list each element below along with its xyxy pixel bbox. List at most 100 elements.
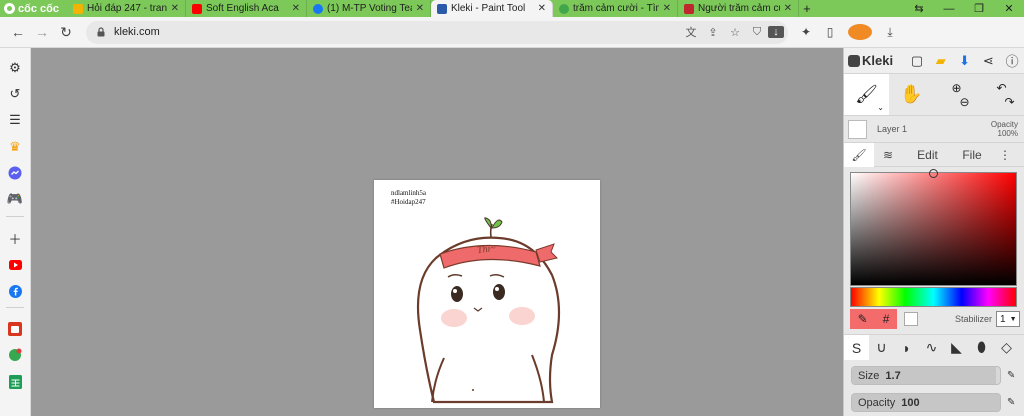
stabilizer-value: 1 [1000, 313, 1006, 325]
close-tab-icon[interactable]: ✕ [292, 3, 300, 14]
tab-tram-cam[interactable]: trăm cảm cười - Tìm ✕ [553, 0, 678, 17]
plus-icon[interactable]: ＋ [7, 230, 23, 247]
eyedropper-icon[interactable]: ✎ [858, 312, 868, 326]
profile-avatar[interactable] [848, 24, 872, 40]
layers-icon: ≋ [882, 147, 894, 162]
facebook-icon[interactable] [7, 283, 23, 299]
brush-icon: 🖌 [855, 84, 878, 104]
zoom-in-icon[interactable]: ⊕ [951, 81, 961, 95]
brush-blend[interactable]: ∪ [869, 335, 894, 360]
browser-brand[interactable]: cốc cốc [0, 0, 67, 17]
zoom-out-icon[interactable]: ⊖ [959, 95, 969, 109]
brush-chemy[interactable]: ◣ [944, 335, 969, 360]
messenger-icon[interactable] [7, 165, 23, 181]
browser-window: cốc cốc Hỏi đáp 247 - trang ✕ Soft Engli… [0, 0, 1024, 416]
sheets-icon[interactable] [7, 374, 23, 390]
kleki-app-name: Kleki [862, 53, 894, 68]
new-tab-button[interactable]: + [799, 1, 815, 16]
layer-opacity-label: Opacity [990, 120, 1018, 129]
bookmark-star-icon[interactable]: ☆ [724, 26, 746, 39]
brush-sketchy[interactable]: ◗ [894, 335, 919, 360]
hex-input-button[interactable]: # [883, 312, 890, 326]
new-image-icon[interactable]: ▢ [905, 53, 929, 69]
chemy-brush-icon: ◣ [951, 339, 962, 355]
url-text: kleki.com [114, 26, 160, 38]
close-tab-icon[interactable]: ✕ [538, 3, 546, 14]
maximize-icon[interactable]: ❐ [964, 0, 994, 17]
open-folder-icon[interactable]: ▰ [929, 53, 953, 69]
download-icon[interactable]: ⬇ [953, 53, 977, 69]
extensions-puzzle-icon[interactable]: ✦ [794, 25, 818, 39]
kleki-workspace[interactable]: ndlamlinh5a #Hoidap247 Thi~ [31, 48, 843, 416]
brush-smudge[interactable]: ⬮ [969, 335, 994, 360]
size-slider[interactable]: Size 1.7 [851, 366, 1001, 385]
hand-tool-button[interactable]: ✋ [889, 74, 934, 115]
hue-slider[interactable] [850, 287, 1017, 307]
opacity-slider[interactable]: Opacity 100 [851, 393, 1001, 412]
browser-sidebar: ⚙ ↺ ☰ ♛ 🎮 ＋ [0, 48, 31, 416]
drawing-canvas[interactable]: ndlamlinh5a #Hoidap247 Thi~ [374, 180, 600, 408]
crown-icon[interactable]: ♛ [7, 139, 23, 155]
youtube-icon[interactable] [7, 257, 23, 273]
share-icon[interactable]: ⋖ [976, 53, 1000, 69]
color-picker-sv[interactable] [850, 169, 1017, 286]
shield-icon[interactable]: ⛉ [746, 26, 768, 39]
brush-tool-button[interactable]: 🖌 ⌄ [844, 74, 889, 115]
translate-icon[interactable]: 文 [680, 24, 702, 40]
undo-icon[interactable]: ↶ [996, 81, 1006, 95]
main-tools: 🖌 ⌄ ✋ ⊕ ⊖ ↶ ↷ [844, 74, 1024, 116]
tab-kleki[interactable]: Kleki - Paint Tool ✕ [430, 0, 553, 17]
window-controls: ⇆ — ❐ ✕ [904, 0, 1024, 17]
more-menu-icon[interactable]: ⋮ [991, 143, 1019, 167]
tab-soft-english[interactable]: Soft English Aca ✕ [186, 0, 307, 17]
tab-edit[interactable]: Edit [902, 143, 953, 167]
zoom-buttons: ⊕ ⊖ [934, 74, 979, 115]
tab-file[interactable]: File [953, 143, 991, 167]
chevron-down-icon[interactable]: ⌄ [877, 103, 884, 112]
tab-hoidap[interactable]: Hỏi đáp 247 - trang ✕ [67, 0, 186, 17]
kleki-logo[interactable]: Kleki [848, 53, 905, 68]
download-save-icon[interactable]: ↓ [768, 26, 784, 38]
list-icon[interactable]: ☰ [7, 112, 23, 128]
eraser-icon: ◇ [1001, 339, 1012, 355]
close-tab-icon[interactable]: ✕ [663, 3, 671, 14]
minimize-icon[interactable]: — [934, 0, 964, 17]
tab-nguoi-tram-cam[interactable]: Người trăm cảm cưới ✕ [678, 0, 799, 17]
tab-mtp-voting[interactable]: (1) M-TP Voting Tea ✕ [307, 0, 431, 17]
current-color-swatch[interactable]: ✎ # [850, 309, 897, 329]
share-icon[interactable]: ⇪ [702, 26, 724, 39]
stabilizer-select[interactable]: 1 ▼ [996, 311, 1020, 327]
close-window-icon[interactable]: ✕ [994, 0, 1024, 17]
secondary-color-swatch[interactable] [904, 312, 918, 326]
close-tab-icon[interactable]: ✕ [784, 3, 792, 14]
reload-icon[interactable]: ↻ [54, 24, 78, 41]
tab-title: Kleki - Paint Tool [450, 3, 526, 14]
youtube-favicon-icon [191, 3, 202, 14]
layer-preview[interactable]: Layer 1 Opacity 100% [844, 116, 1024, 143]
close-tab-icon[interactable]: ✕ [416, 3, 424, 14]
game-icon[interactable]: 🎮 [7, 191, 23, 207]
help-icon[interactable]: ⓘ [1000, 51, 1024, 70]
history-icon[interactable]: ↺ [7, 86, 23, 102]
downloads-icon[interactable]: ⤓ [878, 25, 902, 40]
brush-pen[interactable]: S [844, 335, 869, 360]
shopee-icon[interactable] [7, 321, 23, 337]
tab-layers[interactable]: ≋ [874, 143, 902, 167]
chat-icon[interactable] [7, 347, 23, 363]
gear-icon[interactable]: ⚙ [7, 60, 23, 76]
kleki-toolpanel: Kleki ▢ ▰ ⬇ ⋖ ⓘ 🖌 ⌄ ✋ ⊕ ⊖ ↶ ↷ Layer 1 Op… [843, 48, 1024, 416]
omnibox[interactable]: kleki.com 文 ⇪ ☆ ⛉ ↓ [86, 20, 788, 44]
brush-pixel[interactable]: ∿ [919, 335, 944, 360]
color-picker-cursor[interactable] [929, 169, 938, 178]
back-icon[interactable]: ← [6, 24, 30, 40]
pressure-pen-icon[interactable]: ✎ [1007, 370, 1019, 382]
tab-search-icon[interactable]: ⇆ [904, 0, 934, 17]
side-panel-icon[interactable]: ▯ [818, 25, 842, 39]
redo-icon[interactable]: ↷ [1004, 95, 1014, 109]
color-row: ✎ # Stabilizer 1 ▼ [850, 309, 1020, 329]
tab-brush[interactable]: 🖌 [844, 142, 874, 167]
pressure-pen-icon[interactable]: ✎ [1007, 397, 1019, 409]
forward-icon[interactable]: → [30, 24, 54, 40]
close-tab-icon[interactable]: ✕ [171, 3, 179, 14]
brush-eraser[interactable]: ◇ [994, 335, 1019, 360]
